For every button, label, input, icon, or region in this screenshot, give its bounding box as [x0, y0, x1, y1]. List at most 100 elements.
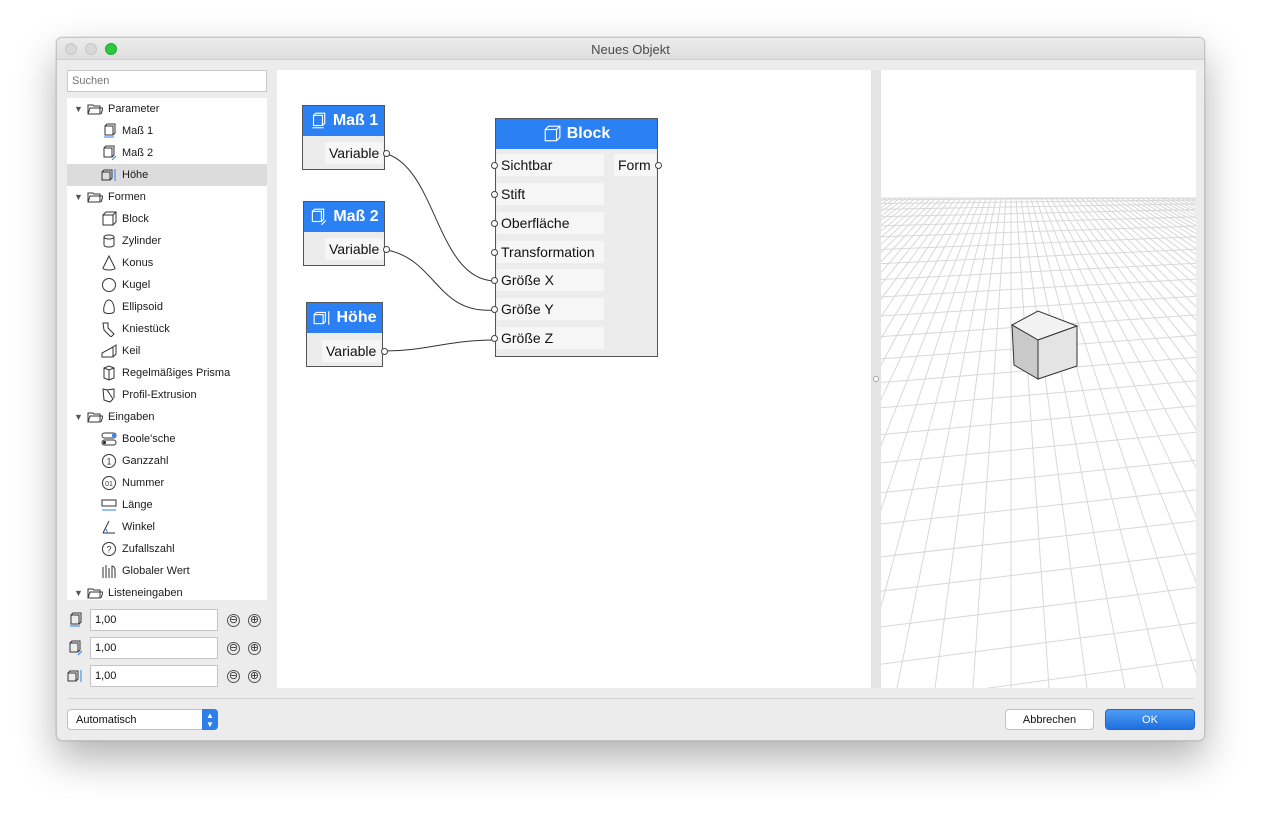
tree-item-ganzzahl[interactable]: 1 Ganzzahl: [67, 450, 267, 472]
tree-item-winkel[interactable]: Winkel: [67, 516, 267, 538]
node-mass-2[interactable]: Maß 2 Variable: [303, 201, 390, 266]
param-value-input[interactable]: [90, 609, 218, 631]
tree-group-eingaben[interactable]: ▼ Eingaben: [67, 406, 267, 428]
prism-icon: [101, 365, 117, 381]
folder-icon: [87, 585, 103, 600]
decrement-button[interactable]: ⊖: [227, 613, 240, 627]
node-editor-canvas[interactable]: Maß 1 Variable Maß 2 Variable Höhe Varia…: [277, 70, 871, 688]
mode-select[interactable]: Automatisch ▲ ▼: [67, 709, 218, 730]
extrusion-icon: [101, 387, 117, 403]
tree-item-label: Nummer: [122, 477, 165, 489]
tree-group-label: Listeneingaben: [108, 587, 183, 599]
cylinder-icon: [101, 233, 117, 249]
param-value-input[interactable]: [90, 637, 218, 659]
height-icon: [101, 167, 117, 183]
dimension-1-icon: [312, 112, 326, 129]
elbow-icon: [101, 321, 117, 337]
tree-item-globaler-wert[interactable]: Globaler Wert: [67, 560, 267, 582]
decrement-button[interactable]: ⊖: [227, 669, 240, 683]
disclosure-triangle-icon[interactable]: ▼: [74, 104, 84, 114]
folder-icon: [87, 409, 103, 425]
param-row-mass-2: ⊖ ⊕: [67, 637, 267, 659]
splitter-handle-icon[interactable]: [873, 376, 879, 382]
output-port[interactable]: [655, 162, 662, 169]
input-port[interactable]: [491, 220, 498, 227]
increment-button[interactable]: ⊕: [248, 613, 261, 627]
tree-item-konus[interactable]: Konus: [67, 252, 267, 274]
disclosure-triangle-icon[interactable]: ▼: [74, 412, 84, 422]
number-icon: 01: [101, 475, 117, 491]
dimension-1-icon: [101, 123, 117, 139]
angle-icon: [101, 519, 117, 535]
node-header[interactable]: Maß 1: [303, 106, 384, 136]
input-port[interactable]: [491, 191, 498, 198]
node-header[interactable]: Höhe: [307, 303, 382, 333]
tree-item-nummer[interactable]: 01 Nummer: [67, 472, 267, 494]
input-port[interactable]: [491, 306, 498, 313]
tree-item-label: Länge: [122, 499, 153, 511]
tree-item-label: Maß 1: [122, 125, 154, 137]
node-title: Block: [566, 125, 611, 142]
tree-group-formen[interactable]: ▼ Formen: [67, 186, 267, 208]
search-input[interactable]: [67, 70, 267, 92]
output-port[interactable]: [381, 348, 388, 355]
tree-item-label: Zylinder: [122, 235, 162, 247]
increment-button[interactable]: ⊕: [248, 641, 261, 655]
tree-item-label: Winkel: [122, 521, 156, 533]
tree-item-boolesche[interactable]: Boole'sche: [67, 428, 267, 450]
tree-item-ellipsoid[interactable]: Ellipsoid: [67, 296, 267, 318]
tree-item-regelmaessiges-prisma[interactable]: Regelmäßiges Prisma: [67, 362, 267, 384]
input-port[interactable]: [491, 277, 498, 284]
cancel-button[interactable]: Abbrechen: [1005, 709, 1094, 730]
input-port[interactable]: [491, 162, 498, 169]
component-tree[interactable]: ▼ Parameter Maß 1 Maß 2 Höhe ▼ Formen Bl…: [67, 98, 267, 600]
disclosure-triangle-icon[interactable]: ▼: [74, 588, 84, 598]
tree-item-kniestueck[interactable]: Kniestück: [67, 318, 267, 340]
tree-item-laenge[interactable]: Länge: [67, 494, 267, 516]
tree-item-kugel[interactable]: Kugel: [67, 274, 267, 296]
disclosure-triangle-icon[interactable]: ▼: [74, 192, 84, 202]
decrement-button[interactable]: ⊖: [227, 641, 240, 655]
tree-item-zylinder[interactable]: Zylinder: [67, 230, 267, 252]
tree-group-listeneingaben[interactable]: ▼ Listeneingaben: [67, 582, 267, 600]
ok-button[interactable]: OK: [1105, 709, 1195, 730]
tree-group-parameter[interactable]: ▼ Parameter: [67, 98, 267, 120]
tree-item-label: Ellipsoid: [122, 301, 163, 313]
tree-item-keil[interactable]: Keil: [67, 340, 267, 362]
node-hoehe[interactable]: Höhe Variable: [306, 302, 388, 367]
node-block[interactable]: Block Sichtbar Stift Oberfläche Transfor…: [491, 118, 662, 357]
cone-icon: [101, 255, 117, 271]
input-port-label: Sichtbar: [497, 154, 604, 176]
random-icon: ?: [101, 541, 117, 557]
chevron-updown-icon[interactable]: ▲ ▼: [202, 709, 218, 730]
tree-item-label: Keil: [122, 345, 141, 357]
pane-splitter[interactable]: [871, 70, 881, 688]
cube-preview: [1010, 310, 1079, 380]
node-header[interactable]: Maß 2: [304, 202, 384, 232]
param-row-hoehe: ⊖ ⊕: [67, 665, 267, 687]
tree-item-block[interactable]: Block: [67, 208, 267, 230]
tree-item-mass-1[interactable]: Maß 1: [67, 120, 267, 142]
tree-item-label: Ganzzahl: [122, 455, 169, 467]
global-value-icon: [101, 563, 117, 579]
ellipsoid-icon: [101, 299, 117, 315]
increment-button[interactable]: ⊕: [248, 669, 261, 683]
tree-item-label: Boole'sche: [122, 433, 176, 445]
svg-text:?: ?: [106, 545, 111, 555]
param-value-input[interactable]: [90, 665, 218, 687]
tree-item-hoehe[interactable]: Höhe: [67, 164, 267, 186]
3d-preview[interactable]: [881, 70, 1196, 688]
node-mass-1[interactable]: Maß 1 Variable: [302, 105, 390, 170]
integer-icon: 1: [101, 453, 117, 469]
tree-item-zufallszahl[interactable]: ? Zufallszahl: [67, 538, 267, 560]
tree-item-mass-2[interactable]: Maß 2: [67, 142, 267, 164]
output-port[interactable]: [383, 150, 390, 157]
output-port[interactable]: [383, 246, 390, 253]
tree-item-profil-extrusion[interactable]: Profil-Extrusion: [67, 384, 267, 406]
block-icon: [101, 211, 117, 227]
node-header[interactable]: Block: [496, 119, 657, 149]
input-port[interactable]: [491, 249, 498, 256]
output-port-label: Variable: [325, 238, 383, 260]
dimension-2-icon: [101, 145, 117, 161]
input-port[interactable]: [491, 335, 498, 342]
